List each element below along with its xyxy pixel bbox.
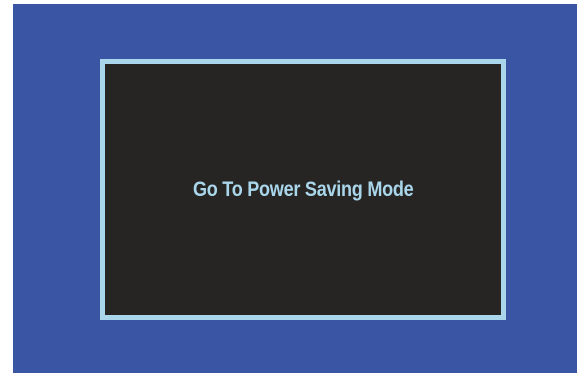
osd-message-box: Go To Power Saving Mode: [100, 59, 506, 320]
monitor-screen: Go To Power Saving Mode: [13, 4, 577, 373]
power-saving-message: Go To Power Saving Mode: [192, 177, 414, 201]
